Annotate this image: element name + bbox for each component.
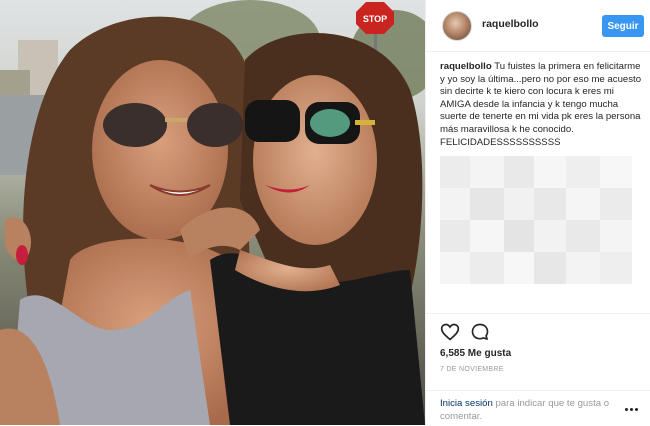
post-header: raquelbollo Seguir bbox=[426, 0, 650, 52]
post-actions: 6,585 Me gusta 7 DE NOVIEMBRE Inicia ses… bbox=[426, 313, 650, 425]
login-link[interactable]: Inicia sesión bbox=[440, 398, 493, 409]
post-caption: raquelbollo Tu fuistes la primera en fel… bbox=[440, 61, 646, 149]
follow-button[interactable]: Seguir bbox=[602, 15, 644, 37]
username-link[interactable]: raquelbollo bbox=[482, 18, 539, 30]
stop-sign-text: STOP bbox=[363, 14, 387, 24]
heart-icon[interactable] bbox=[440, 322, 460, 342]
photo-illustration: STOP bbox=[0, 0, 425, 425]
post-side-panel: raquelbollo Seguir raquelbollo Tu fuiste… bbox=[425, 0, 650, 425]
instagram-post: STOP raquelbollo Seguir raquelbollo Tu f… bbox=[0, 0, 650, 425]
caption-username[interactable]: raquelbollo bbox=[440, 61, 492, 72]
avatar[interactable] bbox=[442, 11, 472, 41]
comment-icon[interactable] bbox=[470, 322, 490, 342]
login-prompt: Inicia sesión para indicar que te gusta … bbox=[426, 390, 650, 426]
login-text: Inicia sesión para indicar que te gusta … bbox=[440, 398, 628, 423]
more-options-icon[interactable] bbox=[625, 408, 641, 414]
post-date[interactable]: 7 DE NOVIEMBRE bbox=[440, 366, 504, 373]
post-photo[interactable]: STOP bbox=[0, 0, 425, 425]
blurred-comments bbox=[440, 156, 646, 306]
caption-text: Tu fuistes la primera en felicitarme y y… bbox=[440, 61, 642, 148]
action-icons bbox=[440, 322, 490, 342]
likes-count[interactable]: 6,585 Me gusta bbox=[440, 348, 511, 359]
